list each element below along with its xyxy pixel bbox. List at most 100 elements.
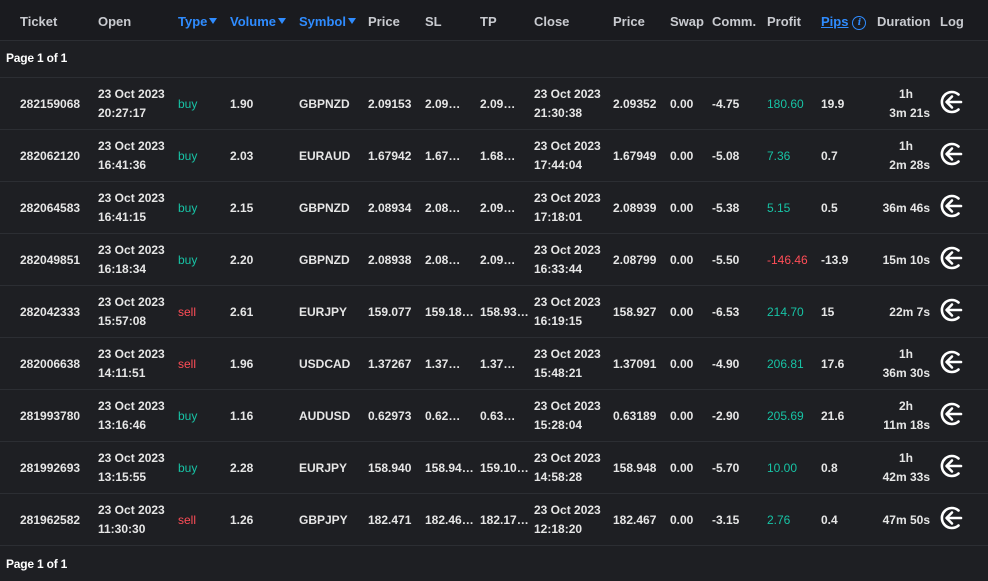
symbol-cell: USDCAD [299, 357, 351, 371]
table-bottom-divider [0, 545, 988, 546]
col-open: Open [98, 14, 132, 29]
close-time: 16:33:44 [534, 262, 583, 276]
volume-cell: 1.90 [230, 97, 254, 111]
caret-down-icon [278, 18, 286, 24]
open-time: 16:41:36 [98, 158, 147, 172]
open-time: 15:57:08 [98, 314, 147, 328]
exit-log-icon [937, 400, 965, 428]
symbol-cell: EURJPY [299, 461, 348, 475]
pips-cell: 15 [821, 305, 835, 319]
volume-cell: 2.15 [230, 201, 254, 215]
price-close-cell: 0.63189 [613, 409, 657, 423]
type-cell: buy [178, 97, 198, 111]
type-cell: buy [178, 253, 198, 267]
price-open-cell: 0.62973 [368, 409, 412, 423]
ticket-cell: 281993780 [20, 409, 81, 423]
close-time: 21:30:38 [534, 106, 583, 120]
sl-cell: 2.08… [425, 253, 461, 267]
log-button[interactable] [937, 244, 965, 272]
price-open-cell: 158.940 [368, 461, 412, 475]
ticket-cell: 281962582 [20, 513, 81, 527]
open-cell: 23 Oct 2023 14:11:51 [98, 345, 165, 383]
col-symbol-sort[interactable]: Symbol [299, 14, 356, 29]
col-profit: Profit [767, 14, 801, 29]
pips-cell: 21.6 [821, 409, 845, 423]
price-open-cell: 1.37267 [368, 357, 412, 371]
sl-cell: 0.62… [425, 409, 461, 423]
tp-cell: 2.09… [480, 97, 516, 111]
close-cell: 23 Oct 2023 17:18:01 [534, 189, 601, 227]
open-date: 23 Oct 2023 [98, 347, 165, 361]
comm-cell: -4.90 [712, 357, 740, 371]
duration-cell: 47m 50s [882, 513, 930, 527]
duration-rest: 11m 18s [883, 418, 930, 432]
profit-cell: 206.81 [767, 357, 804, 371]
price-open-cell: 159.077 [368, 305, 412, 319]
log-button[interactable] [937, 348, 965, 376]
duration-cell: 22m 7s [889, 305, 930, 319]
close-cell: 23 Oct 2023 12:18:20 [534, 501, 601, 539]
swap-cell: 0.00 [670, 409, 694, 423]
close-date: 23 Oct 2023 [534, 87, 601, 101]
page-indicator-top: Page 1 of 1 [6, 51, 68, 65]
profit-cell: 180.60 [767, 97, 804, 111]
symbol-cell: EURAUD [299, 149, 351, 163]
close-time: 17:18:01 [534, 210, 583, 224]
table-row: 282049851 23 Oct 2023 16:18:34 buy 2.20 GBPNZ… [0, 233, 988, 285]
sl-cell: 159.18… [425, 305, 474, 319]
log-button[interactable] [937, 400, 965, 428]
profit-cell: 5.15 [767, 201, 791, 215]
col-pips-label[interactable]: Pips [821, 14, 848, 29]
open-cell: 23 Oct 2023 11:30:30 [98, 501, 165, 539]
log-button[interactable] [937, 140, 965, 168]
table-row: 281962582 23 Oct 2023 11:30:30 sell 1.26 GBPJ… [0, 493, 988, 545]
volume-cell: 2.03 [230, 149, 254, 163]
ticket-cell: 282062120 [20, 149, 81, 163]
profit-cell: 205.69 [767, 409, 804, 423]
comm-cell: -6.53 [712, 305, 740, 319]
profit-cell: -146.46 [767, 253, 808, 267]
symbol-cell: AUDUSD [299, 409, 351, 423]
comm-cell: -5.70 [712, 461, 740, 475]
comm-cell: -5.50 [712, 253, 740, 267]
page-indicator-bottom: Page 1 of 1 [6, 557, 68, 571]
tp-cell: 2.09… [480, 253, 516, 267]
open-date: 23 Oct 2023 [98, 87, 165, 101]
info-icon[interactable]: i [852, 16, 867, 30]
volume-cell: 2.20 [230, 253, 254, 267]
price-open-cell: 2.09153 [368, 97, 412, 111]
table-row: 281993780 23 Oct 2023 13:16:46 buy 1.16 AUDUS… [0, 389, 988, 441]
log-button[interactable] [937, 88, 965, 116]
log-button[interactable] [937, 504, 965, 532]
sl-cell: 158.94… [425, 461, 474, 475]
type-cell: sell [178, 513, 197, 527]
swap-cell: 0.00 [670, 201, 694, 215]
open-cell: 23 Oct 2023 13:15:55 [98, 449, 165, 487]
col-volume-sort[interactable]: Volume [230, 14, 286, 29]
close-cell: 23 Oct 2023 21:30:38 [534, 85, 601, 123]
type-cell: buy [178, 409, 198, 423]
tp-cell: 2.09… [480, 201, 516, 215]
col-pips[interactable]: Pips i [821, 14, 867, 30]
swap-cell: 0.00 [670, 149, 694, 163]
col-log: Log [940, 14, 964, 29]
col-type-sort[interactable]: Type [178, 14, 218, 29]
log-button[interactable] [937, 296, 965, 324]
open-time: 20:27:17 [98, 106, 147, 120]
type-cell: sell [178, 357, 197, 371]
tp-cell: 1.37… [480, 357, 516, 371]
col-ticket: Ticket [20, 14, 58, 29]
comm-cell: -5.08 [712, 149, 740, 163]
close-cell: 23 Oct 2023 14:58:28 [534, 449, 601, 487]
duration-rest: 36m 30s [882, 366, 930, 380]
log-button[interactable] [937, 192, 965, 220]
open-cell: 23 Oct 2023 16:18:34 [98, 241, 165, 279]
comm-cell: -4.75 [712, 97, 740, 111]
open-time: 13:16:46 [98, 418, 147, 432]
log-button[interactable] [937, 452, 965, 480]
volume-cell: 2.61 [230, 305, 254, 319]
ticket-cell: 282006638 [20, 357, 81, 371]
open-cell: 23 Oct 2023 20:27:17 [98, 85, 165, 123]
swap-cell: 0.00 [670, 461, 694, 475]
price-close-cell: 2.08939 [613, 201, 657, 215]
